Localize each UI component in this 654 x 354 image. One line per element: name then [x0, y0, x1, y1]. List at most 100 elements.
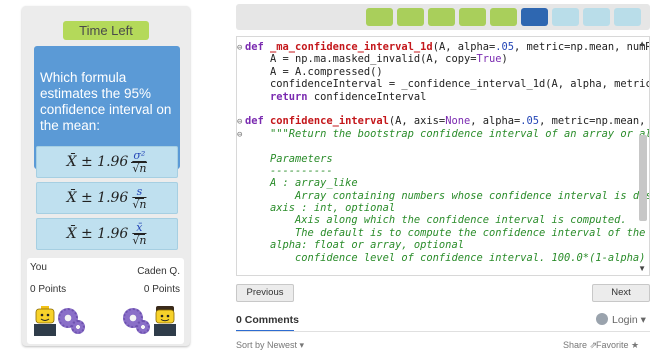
- code-line: [237, 140, 649, 153]
- answer-denominator: √n: [132, 161, 147, 175]
- code-token: The default is to compute the confidence…: [245, 226, 650, 239]
- code-token: ----------: [245, 164, 333, 177]
- answer-denominator: √n: [132, 233, 147, 247]
- code-token: axis : int, optional: [245, 202, 396, 215]
- code-token: """Return the bootstrap confidence inter…: [245, 127, 650, 140]
- code-line: ⊖ def _ma_confidence_interval_1d(A, alpha…: [237, 41, 650, 53]
- progress-segment-current: [521, 8, 548, 26]
- answer-fraction: σ² √n: [131, 148, 148, 175]
- player-left-name: You: [30, 262, 47, 273]
- code-token: .05: [495, 41, 515, 53]
- progress-segment: [614, 8, 641, 26]
- answer-option-3[interactable]: X̄ ± 1.96 x̄ √n: [36, 218, 178, 250]
- code-token: _ma_confidence_interval_1d: [270, 41, 433, 53]
- code-token: , metric=np.mean, numR: [539, 115, 646, 128]
- gear-icon: [136, 320, 150, 334]
- time-left-badge: Time Left: [63, 21, 149, 40]
- code-token: (A, axis=: [388, 115, 446, 128]
- progress-segment: [428, 8, 455, 26]
- code-token: , alpha=: [470, 115, 521, 128]
- code-token: confidence_interval: [270, 115, 389, 128]
- code-token: confidenceInterval = _confidence_interva…: [245, 78, 650, 91]
- code-token: A = A.compressed(): [245, 65, 383, 78]
- code-line: return confidenceInterval: [237, 90, 649, 103]
- scoreboard: You Caden Q. 0 Points 0 Points: [27, 258, 184, 344]
- code-line: The default is to compute the confidence…: [237, 226, 650, 239]
- code-token: alpha: float or array, optional: [245, 239, 464, 252]
- answer-numerator: σ²: [131, 148, 148, 163]
- code-token: None: [445, 115, 471, 128]
- fold-marker-icon: [237, 141, 245, 153]
- code-line: confidenceInterval = _confidence_interva…: [237, 78, 650, 91]
- code-line: ⊖ """Return the bootstrap confidence int…: [237, 127, 650, 140]
- code-line: axis : int, optional: [237, 202, 649, 215]
- code-line: ⊖ def confidence_interval(A, axis=None, a…: [237, 115, 649, 128]
- divider: [236, 331, 650, 332]
- code-token: ): [501, 53, 508, 66]
- progress-segment: [583, 8, 610, 26]
- player-left-points: 0 Points: [30, 284, 67, 295]
- progress-segment: [459, 8, 486, 26]
- player-right-name: Caden Q.: [137, 266, 180, 277]
- scrollbar-thumb[interactable]: [639, 135, 647, 221]
- answer-prefix: X̄ ± 1.96: [66, 226, 129, 242]
- fold-marker-icon: [237, 240, 245, 252]
- player-left-avatar-icon: [34, 306, 56, 336]
- code-line: A = A.compressed(): [237, 65, 649, 78]
- answer-denominator: √n: [132, 197, 147, 211]
- answer-prefix: X̄ ± 1.96: [66, 190, 129, 206]
- code-line: ----------: [237, 164, 649, 177]
- fold-marker-icon: [237, 178, 245, 190]
- answer-fraction: x̄ √n: [131, 220, 147, 247]
- sort-dropdown[interactable]: Sort by Newest ▾: [236, 340, 304, 351]
- progress-segment: [552, 8, 579, 26]
- answer-prefix: X̄ ± 1.96: [66, 154, 129, 170]
- progress-segment: [366, 8, 393, 26]
- code-viewer[interactable]: ⊖ def _ma_confidence_interval_1d(A, alpha…: [236, 36, 650, 276]
- code-token: return: [270, 90, 308, 103]
- fold-marker-icon: [237, 54, 245, 66]
- code-line: Array containing numbers whose confidenc…: [237, 189, 650, 202]
- code-token: A = np.ma.masked_invalid(A, copy=: [245, 53, 477, 66]
- code-line: A = np.ma.masked_invalid(A, copy=True): [237, 53, 649, 66]
- player-right-points: 0 Points: [143, 284, 180, 295]
- fold-marker-icon: [237, 79, 245, 91]
- answer-option-1[interactable]: X̄ ± 1.96 σ² √n: [36, 146, 178, 178]
- code-line: Axis along which the confidence interval…: [237, 214, 649, 227]
- gear-icon: [71, 320, 85, 334]
- previous-button[interactable]: Previous: [236, 284, 294, 302]
- comments-count[interactable]: 0 Comments: [236, 314, 299, 326]
- progress-segment: [397, 8, 424, 26]
- code-token: def: [245, 115, 271, 128]
- scroll-down-icon[interactable]: ▼: [638, 264, 646, 273]
- code-token: def: [245, 41, 271, 53]
- code-block: ⊖ def _ma_confidence_interval_1d(A, alpha…: [237, 41, 650, 265]
- next-button[interactable]: Next: [592, 284, 650, 302]
- login-dropdown[interactable]: Login ▾: [612, 314, 646, 326]
- code-token: Axis along which the confidence interval…: [245, 214, 627, 227]
- code-line: confidence level of confidence interval.…: [237, 251, 650, 265]
- player-right-avatar-icon: [154, 306, 176, 336]
- share-button[interactable]: Share ⇗: [563, 340, 597, 351]
- fold-marker-icon[interactable]: ⊖: [237, 116, 245, 128]
- fold-marker-icon: [237, 253, 245, 265]
- code-token: .05: [520, 115, 540, 128]
- quiz-panel: Time Left Which formula estimates the 95…: [22, 6, 190, 346]
- code-token: confidenceInterval: [307, 90, 427, 103]
- code-line: [237, 103, 649, 115]
- code-token: Array containing numbers whose confidenc…: [245, 189, 650, 202]
- question-progress-bar: [236, 4, 650, 30]
- favorite-button[interactable]: Favorite ★: [596, 340, 639, 351]
- code-token: A : array_like: [245, 177, 358, 190]
- scroll-up-icon[interactable]: ▲: [638, 39, 646, 48]
- code-token: , metric=np.mean, numResam: [514, 41, 650, 53]
- code-line: A : array_like: [237, 177, 649, 190]
- user-avatar-icon[interactable]: [596, 313, 608, 325]
- answer-option-2[interactable]: X̄ ± 1.96 s √n: [36, 182, 178, 214]
- answer-numerator: x̄: [134, 220, 145, 235]
- code-token: confidence level of confidence interval.…: [245, 251, 650, 264]
- code-token: Parameters: [245, 152, 333, 165]
- code-token: True: [476, 53, 502, 66]
- progress-segment: [490, 8, 517, 26]
